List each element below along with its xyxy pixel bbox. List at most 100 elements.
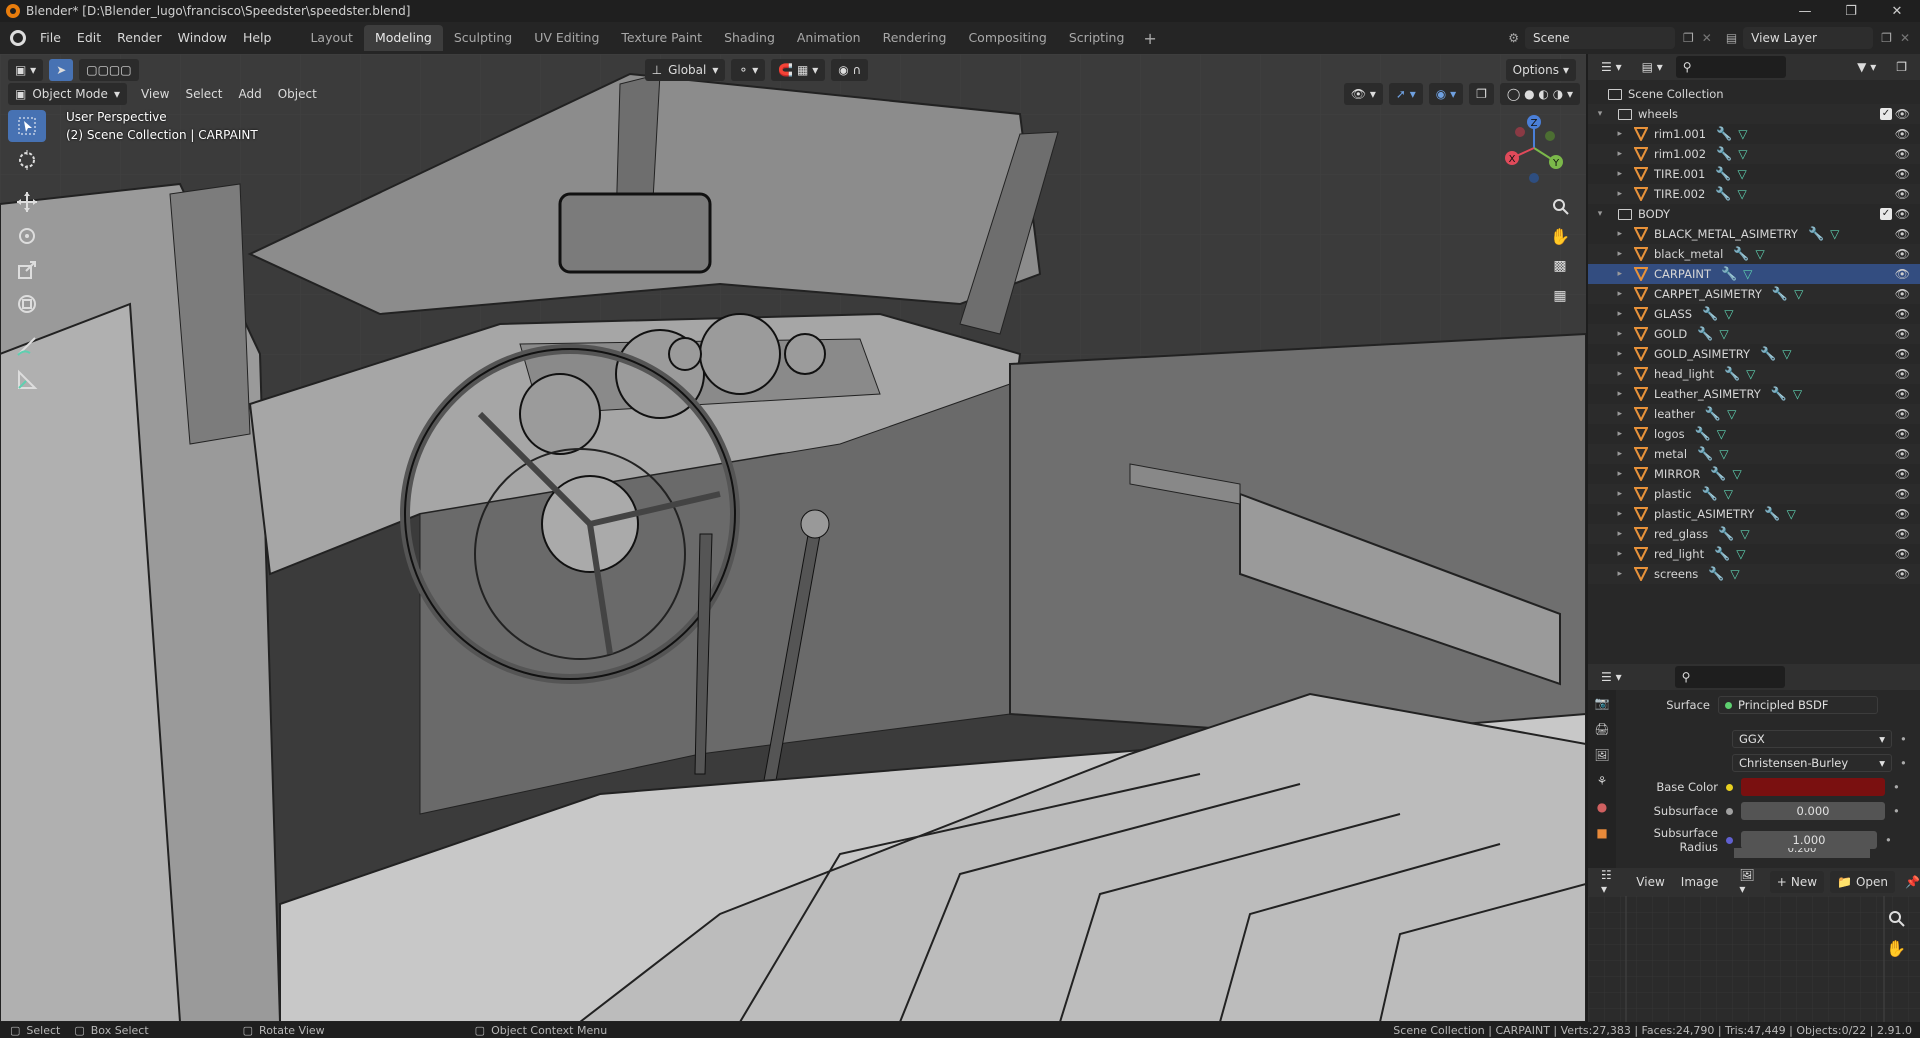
eye-icon[interactable]: 👁 bbox=[1895, 487, 1910, 501]
eye-icon[interactable]: 👁 bbox=[1895, 267, 1910, 281]
mode-dropdown[interactable]: ▣ Object Mode ▾ bbox=[8, 83, 127, 105]
tab-shading[interactable]: Shading bbox=[713, 25, 786, 51]
viewport-menu-select[interactable]: Select bbox=[177, 87, 230, 101]
cursor-tool[interactable] bbox=[8, 144, 46, 176]
modifier-wrench-icon[interactable]: 🔧 bbox=[1771, 387, 1787, 402]
expand-icon[interactable]: ▸ bbox=[1588, 349, 1628, 359]
new-collection-icon[interactable]: ❐ bbox=[1889, 56, 1914, 78]
expand-icon[interactable]: ▸ bbox=[1588, 229, 1628, 239]
tab-texture-paint[interactable]: Texture Paint bbox=[610, 25, 713, 51]
eye-icon[interactable]: 👁 bbox=[1895, 347, 1910, 361]
outliner-object-row[interactable]: ▸ red_glass 🔧 ▽ 👁 bbox=[1588, 524, 1920, 544]
expand-icon[interactable]: ▾ bbox=[1588, 109, 1612, 119]
maximize-icon[interactable]: ❐ bbox=[1828, 0, 1874, 22]
collection-row-body[interactable]: ▾ BODY ✓ 👁 bbox=[1588, 204, 1920, 224]
tab-modeling[interactable]: Modeling bbox=[363, 25, 443, 51]
outliner-object-row[interactable]: ▸ plastic_ASIMETRY 🔧 ▽ 👁 bbox=[1588, 504, 1920, 524]
expand-icon[interactable]: ▸ bbox=[1588, 189, 1628, 199]
eye-icon[interactable]: 👁 bbox=[1895, 127, 1910, 141]
keyframe-dot-icon[interactable]: • bbox=[1885, 833, 1892, 847]
camera-view-icon[interactable]: ▩ bbox=[1546, 252, 1574, 280]
view-layer-selector[interactable]: View Layer bbox=[1743, 27, 1874, 49]
outliner-object-row[interactable]: ▸ Leather_ASIMETRY 🔧 ▽ 👁 bbox=[1588, 384, 1920, 404]
tab-object-icon[interactable]: ■ bbox=[1588, 820, 1616, 846]
shading-mode-buttons[interactable]: ◯ ● ◐ ◑ ▾ bbox=[1499, 83, 1580, 105]
outliner-object-row[interactable]: ▸ MIRROR 🔧 ▽ 👁 bbox=[1588, 464, 1920, 484]
expand-icon[interactable]: ▾ bbox=[1588, 209, 1612, 219]
viewport-menu-add[interactable]: Add bbox=[230, 87, 269, 101]
mesh-data-icon[interactable]: ▽ bbox=[1793, 387, 1802, 401]
outliner-object-row[interactable]: ▸ GOLD_ASIMETRY 🔧 ▽ 👁 bbox=[1588, 344, 1920, 364]
proportional-editing-icon[interactable]: ◉ ∩ bbox=[831, 59, 869, 81]
visibility-icon[interactable]: 👁 ▾ bbox=[1343, 83, 1383, 105]
mesh-data-icon[interactable]: ▽ bbox=[1724, 307, 1733, 321]
mesh-data-icon[interactable]: ▽ bbox=[1737, 187, 1746, 201]
tab-view-layer-icon[interactable]: 🖼 bbox=[1588, 742, 1616, 768]
mesh-data-icon[interactable]: ▽ bbox=[1737, 167, 1746, 181]
tab-world-icon[interactable]: ● bbox=[1588, 794, 1616, 820]
transform-tool[interactable] bbox=[8, 288, 46, 320]
outliner-editor-type-icon[interactable]: ☰ ▾ bbox=[1594, 56, 1629, 78]
browse-image-icon[interactable]: 🖼 ▾ bbox=[1732, 868, 1763, 896]
scale-tool[interactable] bbox=[8, 254, 46, 286]
filter-icon[interactable]: ▼ ▾ bbox=[1850, 56, 1883, 78]
outliner-object-row[interactable]: ▸ screens 🔧 ▽ 👁 bbox=[1588, 564, 1920, 584]
transform-orientation-dropdown[interactable]: ⊥ Global ▾ bbox=[644, 59, 726, 81]
outliner-search-input[interactable]: ⚲ bbox=[1675, 56, 1786, 78]
expand-icon[interactable]: ▸ bbox=[1588, 129, 1628, 139]
outliner-object-row[interactable]: ▸ GOLD 🔧 ▽ 👁 bbox=[1588, 324, 1920, 344]
outliner-object-row[interactable]: ▸ TIRE.001 🔧 ▽ 👁 bbox=[1588, 164, 1920, 184]
modifier-wrench-icon[interactable]: 🔧 bbox=[1733, 247, 1749, 262]
modifier-wrench-icon[interactable]: 🔧 bbox=[1764, 507, 1780, 522]
menu-file[interactable]: File bbox=[32, 26, 69, 50]
eye-icon[interactable]: 👁 bbox=[1895, 307, 1910, 321]
mesh-data-icon[interactable]: ▽ bbox=[1787, 507, 1796, 521]
expand-icon[interactable]: ▸ bbox=[1588, 389, 1628, 399]
outliner-object-row[interactable]: ▸ rim1.002 🔧 ▽ 👁 bbox=[1588, 144, 1920, 164]
expand-icon[interactable]: ▸ bbox=[1588, 329, 1628, 339]
modifier-wrench-icon[interactable]: 🔧 bbox=[1715, 187, 1731, 202]
grid-perspective-icon[interactable]: ▦ bbox=[1546, 282, 1574, 310]
modifier-wrench-icon[interactable]: 🔧 bbox=[1716, 147, 1732, 162]
eye-icon[interactable]: 👁 bbox=[1895, 207, 1910, 221]
pan-hand-icon[interactable]: ✋ bbox=[1546, 222, 1574, 250]
gizmo-toggle-icon[interactable]: ➚ ▾ bbox=[1388, 83, 1423, 105]
eye-icon[interactable]: 👁 bbox=[1895, 187, 1910, 201]
keyframe-dot-icon[interactable]: • bbox=[1893, 780, 1900, 794]
blender-menu-icon[interactable] bbox=[10, 30, 26, 46]
scene-icon[interactable]: ⚙ bbox=[1508, 31, 1519, 45]
outliner-object-row[interactable]: ▸ head_light 🔧 ▽ 👁 bbox=[1588, 364, 1920, 384]
menu-window[interactable]: Window bbox=[170, 26, 235, 50]
outliner-object-row[interactable]: ▸ GLASS 🔧 ▽ 👁 bbox=[1588, 304, 1920, 324]
annotate-tool[interactable] bbox=[8, 330, 46, 362]
expand-icon[interactable]: ▸ bbox=[1588, 149, 1628, 159]
image-editor-type-icon[interactable]: ☷ ▾ bbox=[1594, 868, 1622, 896]
new-image-button[interactable]: + New bbox=[1769, 871, 1825, 893]
keyframe-dot-icon[interactable]: • bbox=[1900, 756, 1907, 770]
expand-icon[interactable]: ▸ bbox=[1588, 249, 1628, 259]
mesh-data-icon[interactable]: ▽ bbox=[1743, 267, 1752, 281]
eye-icon[interactable]: 👁 bbox=[1895, 147, 1910, 161]
overlay-toggle-icon[interactable]: ◉ ▾ bbox=[1428, 83, 1464, 105]
modifier-wrench-icon[interactable]: 🔧 bbox=[1724, 367, 1740, 382]
modifier-wrench-icon[interactable]: 🔧 bbox=[1708, 567, 1724, 582]
3d-viewport[interactable] bbox=[0, 54, 1586, 1022]
expand-icon[interactable]: ▸ bbox=[1588, 469, 1628, 479]
tab-sculpting[interactable]: Sculpting bbox=[443, 25, 523, 51]
modifier-wrench-icon[interactable]: 🔧 bbox=[1710, 467, 1726, 482]
tab-animation[interactable]: Animation bbox=[786, 25, 872, 51]
display-mode-icon[interactable]: ▤ ▾ bbox=[1635, 56, 1670, 78]
eye-icon[interactable]: 👁 bbox=[1895, 427, 1910, 441]
xray-toggle-icon[interactable]: ❐ bbox=[1469, 83, 1494, 105]
add-workspace-icon[interactable]: + bbox=[1135, 29, 1164, 48]
tab-uv-editing[interactable]: UV Editing bbox=[523, 25, 610, 51]
mesh-data-icon[interactable]: ▽ bbox=[1733, 467, 1742, 481]
tab-output-icon[interactable]: 🖨 bbox=[1588, 716, 1616, 742]
modifier-wrench-icon[interactable]: 🔧 bbox=[1716, 127, 1732, 142]
view-layer-icon[interactable]: ▤ bbox=[1726, 31, 1737, 45]
editor-type-button[interactable]: ▣ ▾ bbox=[8, 59, 44, 81]
outliner-object-row[interactable]: ▸ black_metal 🔧 ▽ 👁 bbox=[1588, 244, 1920, 264]
delete-scene-icon[interactable]: ✕ bbox=[1702, 31, 1712, 45]
mesh-data-icon[interactable]: ▽ bbox=[1730, 567, 1739, 581]
tab-scene-icon[interactable]: ⚘ bbox=[1588, 768, 1616, 794]
